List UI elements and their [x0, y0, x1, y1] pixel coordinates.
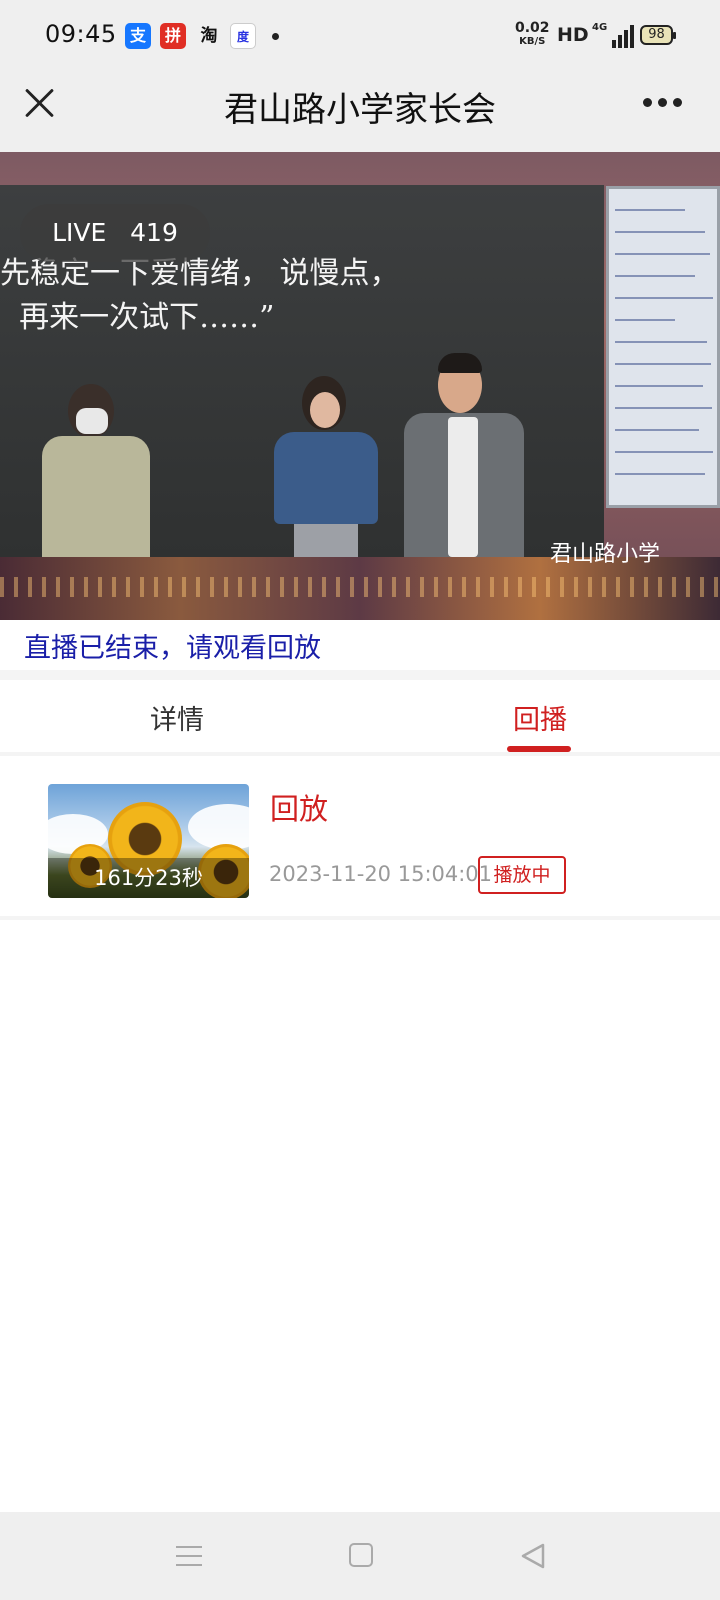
title-bar: 君山路小学家长会: [0, 70, 720, 152]
projection-screen: [606, 186, 720, 508]
replay-duration: 161分23秒: [48, 858, 249, 898]
alipay-icon: 支: [125, 23, 151, 49]
video-watermark: 君山路小学: [550, 542, 661, 567]
system-nav-bar: [0, 1512, 720, 1600]
signal-icon: 4G: [592, 22, 634, 48]
video-player[interactable]: 先稳定一下爱情绪， 说慢点， 再来一次试下……” LIVE 419 君山路小学: [0, 152, 720, 620]
viewer-count: 419: [130, 218, 178, 247]
pinduoduo-icon: 拼: [160, 23, 186, 49]
recent-apps-icon[interactable]: [176, 1544, 202, 1568]
replay-list-item[interactable]: 161分23秒 回放 2023-11-20 15:04:01 播放中: [0, 760, 720, 920]
baidu-icon: 度: [230, 23, 256, 49]
divider: [0, 670, 720, 680]
blackboard-text: 先稳定一下爱情绪， 说慢点， 再来一次试下……”: [0, 252, 400, 340]
divider: [0, 752, 720, 756]
live-ended-notice: 直播已结束，请观看回放: [24, 633, 321, 664]
page-title: 君山路小学家长会: [224, 90, 496, 130]
playing-status-badge: 播放中: [478, 856, 566, 894]
hd-indicator: HD: [557, 24, 589, 46]
network-speed-value: 0.02: [515, 20, 550, 36]
network-speed: 0.02 KB/S: [515, 20, 550, 48]
notification-dot-icon: [272, 33, 279, 40]
replay-datetime: 2023-11-20 15:04:01: [269, 862, 493, 886]
replay-title[interactable]: 回放: [270, 786, 328, 828]
taobao-icon: 淘: [200, 26, 218, 46]
back-icon[interactable]: [519, 1542, 547, 1570]
more-options-icon[interactable]: [643, 98, 683, 108]
live-viewer-badge: LIVE 419: [20, 204, 210, 262]
home-icon[interactable]: [349, 1543, 373, 1567]
network-speed-unit: KB/S: [519, 36, 546, 47]
status-bar: 09:45 支 拼 淘 度 0.02 KB/S HD 4G 98: [0, 0, 720, 70]
blackboard-line-2: 再来一次试下……”: [0, 300, 275, 335]
tab-details[interactable]: 详情: [150, 698, 204, 737]
replay-thumbnail[interactable]: 161分23秒: [48, 784, 249, 898]
status-time: 09:45: [45, 20, 117, 48]
tab-replay[interactable]: 回播: [513, 698, 567, 737]
battery-icon: 98: [640, 25, 676, 45]
live-label: LIVE: [52, 218, 107, 247]
network-type: 4G: [592, 22, 608, 33]
